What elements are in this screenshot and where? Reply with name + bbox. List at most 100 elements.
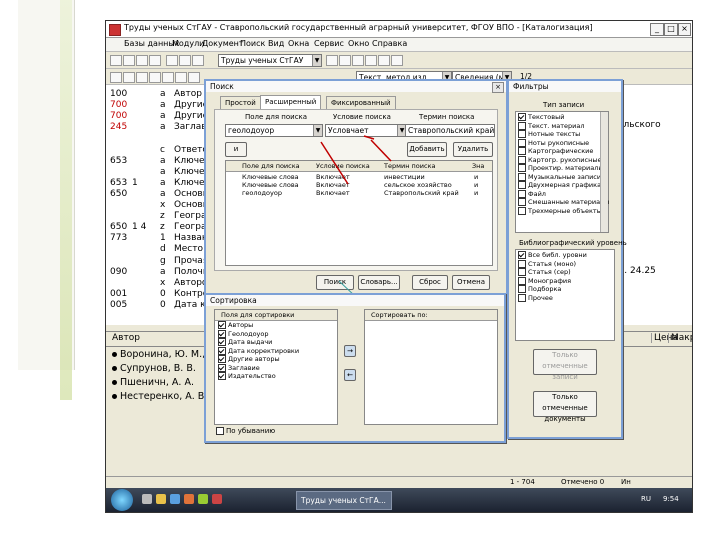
biblio-level-item[interactable]: Все библ. уровни (518, 251, 614, 260)
slide-left-accent (60, 0, 72, 400)
record-type-item[interactable]: Ноты рукописные (518, 138, 608, 148)
record-type-checkbox[interactable] (518, 181, 526, 189)
record-type-checkbox[interactable] (518, 113, 526, 121)
sort-field-item[interactable]: Геолодоуор (215, 329, 337, 339)
biblio-level-item[interactable]: Прочее (518, 293, 614, 303)
sort-field-item[interactable]: Дата выдачи (215, 338, 337, 347)
biblio-level-label: Прочее (528, 293, 553, 302)
biblio-level-checkbox[interactable] (518, 251, 526, 259)
record-type-item[interactable]: Текстовый (518, 113, 608, 122)
biblio-level-checkbox[interactable] (518, 285, 526, 293)
record-type-checkbox[interactable] (518, 155, 526, 164)
record-type-item[interactable]: Файл (518, 189, 608, 199)
record-type-item[interactable]: Смешанные материалы (518, 198, 610, 207)
sort-dialog-title: Сортировка (206, 295, 504, 306)
record-type-label: Нотные тексты (528, 130, 581, 138)
record-type-label: Файл (528, 189, 546, 198)
record-type-checkbox[interactable] (518, 138, 526, 147)
red-arrow-2b (363, 135, 375, 140)
record-type-checkbox[interactable] (518, 189, 526, 198)
biblio-level-label: Все библ. уровни (528, 251, 587, 259)
biblio-level-label: Монография (528, 276, 572, 285)
biblio-level-checkbox[interactable] (518, 268, 526, 276)
record-type-label: Тип записи (543, 101, 585, 109)
filter-dialog: Фильтры Тип записи Текстовый Текст. матер… (507, 79, 627, 439)
remove-sort-arrow-icon[interactable]: ← (344, 369, 356, 381)
biblio-level-label: Статья (сер) (528, 268, 571, 276)
sort-field-item[interactable]: Дата корректировки (215, 346, 337, 356)
record-type-item[interactable]: Нотные тексты (518, 130, 608, 139)
sort-field-item[interactable]: Другие авторы (215, 355, 337, 364)
record-type-label: Ноты рукописные (528, 138, 590, 147)
sort-fields-list: Поля для сортировки Авторы Геолодоуор Дата… (214, 309, 338, 425)
sort-field-checkbox[interactable] (218, 321, 226, 329)
record-type-checkbox[interactable] (518, 172, 526, 181)
record-type-item[interactable]: Двухмерная графика (518, 181, 608, 190)
record-type-checkbox[interactable] (518, 147, 526, 155)
biblio-level-checkbox[interactable] (518, 276, 526, 285)
red-arrow-2 (370, 139, 392, 162)
record-type-checkbox[interactable] (518, 198, 526, 206)
sort-field-label: Дата выдачи (228, 338, 273, 346)
sort-fields-header: Поля для сортировки (215, 310, 337, 321)
sort-field-checkbox[interactable] (218, 355, 226, 363)
record-type-item[interactable]: Текст. материал (518, 121, 608, 131)
sort-field-label: Заглавие (228, 363, 260, 372)
sort-field-item[interactable]: Заглавие (215, 363, 337, 373)
record-type-checkbox[interactable] (518, 206, 526, 215)
record-type-label: Двухмерная графика (528, 181, 602, 189)
sort-field-checkbox[interactable] (218, 329, 226, 338)
descending-checkbox[interactable] (216, 427, 224, 435)
biblio-level-item[interactable]: Монография (518, 276, 614, 286)
sort-field-label: Геолодоуор (228, 329, 269, 338)
record-type-checkbox[interactable] (518, 130, 526, 138)
record-type-label: Музыкальные записи (528, 172, 602, 181)
record-type-label: Трехмерные объекты (528, 206, 602, 215)
record-type-scrollbar[interactable] (600, 112, 608, 232)
record-type-item[interactable]: Картографические (518, 147, 608, 156)
only-marked-records-button[interactable]: Только отмеченные записи (533, 349, 597, 381)
record-type-item[interactable]: Трехмерные объекты (518, 206, 608, 216)
biblio-level-list: Все библ. уровни Статья (моно) Статья (сер… (515, 249, 615, 341)
record-type-list: Текстовый Текст. материал Нотные тексты Нот… (515, 111, 609, 233)
sort-field-label: Издательство (228, 372, 276, 380)
descending-toggle[interactable]: По убыванию (216, 427, 275, 435)
add-sort-arrow-icon[interactable]: → (344, 345, 356, 357)
biblio-level-checkbox[interactable] (518, 259, 526, 268)
screenshot-window: Труды ученых СтГАУ - Ставропольский госу… (105, 20, 693, 513)
record-type-label: Текстовый (528, 113, 565, 121)
record-type-item[interactable]: Картогр. рукописные (518, 155, 608, 165)
sort-field-label: Авторы (228, 321, 254, 329)
biblio-level-item[interactable]: Статья (моно) (518, 259, 614, 269)
sort-field-label: Другие авторы (228, 355, 280, 363)
record-type-item[interactable]: Музыкальные записи (518, 172, 608, 182)
sort-field-checkbox[interactable] (218, 372, 226, 380)
record-type-label: Картогр. рукописные (528, 155, 602, 164)
sort-by-header: Сортировать по: (365, 310, 497, 321)
red-arrow-1 (320, 141, 349, 185)
biblio-level-label: Статья (моно) (528, 259, 577, 268)
sort-field-checkbox[interactable] (218, 346, 226, 355)
record-type-label: Картографические (528, 147, 594, 155)
biblio-level-item[interactable]: Подборка (518, 285, 614, 294)
record-type-item[interactable]: Проектир. материалы (518, 164, 608, 173)
only-marked-documents-button[interactable]: Только отмеченные документы (533, 391, 597, 423)
sort-field-item[interactable]: Издательство (215, 372, 337, 381)
sort-field-checkbox[interactable] (218, 338, 226, 346)
sort-field-item[interactable]: Авторы (215, 321, 337, 330)
sort-field-label: Дата корректировки (228, 346, 300, 355)
biblio-level-label: Подборка (528, 285, 562, 293)
biblio-level-item[interactable]: Статья (сер) (518, 268, 614, 277)
record-type-checkbox[interactable] (518, 121, 526, 130)
record-type-checkbox[interactable] (518, 164, 526, 172)
biblio-level-checkbox[interactable] (518, 293, 526, 302)
record-type-label: Проектир. материалы (528, 164, 604, 172)
descending-label: По убыванию (226, 427, 276, 435)
sort-field-checkbox[interactable] (218, 363, 226, 372)
sort-by-list: Сортировать по: (364, 309, 498, 425)
record-type-label: Смешанные материалы (528, 198, 610, 206)
biblio-level-label: Библиографический уровень (519, 239, 627, 247)
filter-dialog-title: Фильтры (509, 81, 621, 92)
record-type-label: Текст. материал (528, 121, 585, 130)
sort-dialog: Сортировка Поля для сортировки Авторы Гео… (204, 293, 506, 443)
